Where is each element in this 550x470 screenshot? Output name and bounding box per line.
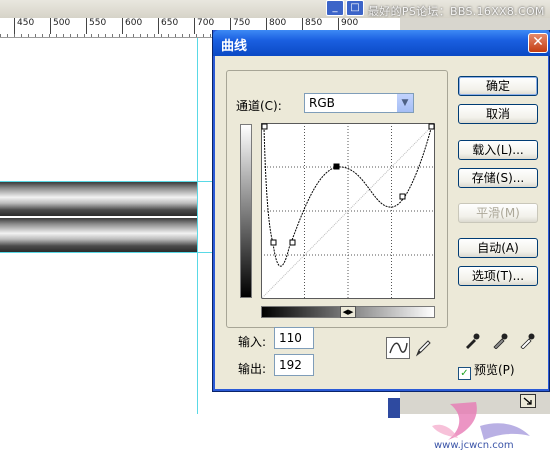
curve-tool-button[interactable] [386,337,410,359]
dialog-title: 曲线 [221,39,248,54]
gradient-toggle-icon[interactable]: ◀▶ [340,306,356,318]
preview-label: 预览(P) [474,363,515,377]
curve-graph[interactable] [261,123,435,299]
input-gradient-bar: ◀▶ [261,306,435,318]
ok-button[interactable]: 确定 [458,76,538,96]
metal-pipe-shape [0,218,197,252]
maximize-icon[interactable]: □ [346,0,364,16]
guide-line [197,38,198,414]
options-button[interactable]: 选项(T)... [458,266,538,286]
scrollbar[interactable] [388,398,400,418]
channel-value: RGB [309,96,335,110]
expand-dialog-icon[interactable] [520,394,536,408]
black-eyedropper-icon[interactable] [463,331,481,349]
auto-button[interactable]: 自动(A) [458,238,538,258]
ruler-tick: 450 [14,18,34,34]
curve-point[interactable] [428,123,435,130]
cancel-button[interactable]: 取消 [458,104,538,124]
metal-pipe-shape [0,182,197,216]
pencil-tool-button[interactable] [412,337,434,359]
chevron-down-icon[interactable]: ▼ [396,94,413,112]
output-gradient-bar [240,124,252,298]
checkmark-icon[interactable]: ✓ [458,367,471,380]
channel-select[interactable]: RGB ▼ [304,93,414,113]
curve-point[interactable] [399,193,406,200]
output-label: 输出: [238,362,267,376]
input-label: 输入: [238,335,267,349]
ruler-tick: 650 [158,18,178,34]
load-button[interactable]: 载入(L)... [458,140,538,160]
gray-eyedropper-icon[interactable] [491,331,509,349]
curve-point[interactable] [261,123,268,130]
dialog-titlebar[interactable]: 曲线 ✕ [213,30,550,56]
watermark-text: 最好的PS论坛：BBS.16XX8.COM [368,5,545,18]
guide-line [0,181,213,182]
channel-label: 通道(C): [236,99,282,113]
curve-point[interactable] [270,239,277,246]
guide-line [0,252,213,253]
save-button[interactable]: 存储(S)... [458,168,538,188]
curve-point[interactable] [289,239,296,246]
input-field[interactable]: 110 [274,327,314,349]
dialog-body: 通道(C): RGB ▼ ◀▶ 输入: 110 输出: 192 确定 取消 载入… [216,56,548,408]
close-button[interactable]: ✕ [528,33,548,53]
ruler-tick: 500 [50,18,70,34]
logo-text: www.jcwcn.com [434,440,514,451]
minimize-icon[interactable]: _ [326,0,344,16]
smooth-button[interactable]: 平滑(M) [458,203,538,223]
curves-dialog: 曲线 ✕ 通道(C): RGB ▼ ◀▶ 输入: 110 输出: 192 确定 … [212,30,550,408]
preview-checkbox[interactable]: ✓ 预览(P) [458,361,515,380]
pencil-icon [415,340,431,357]
ruler-tick: 550 [86,18,106,34]
white-eyedropper-icon[interactable] [518,331,536,349]
ruler-tick: 600 [122,18,142,34]
curve-point-selected[interactable] [333,163,340,170]
curve-tool-icon [389,342,408,354]
output-field[interactable]: 192 [274,354,314,376]
